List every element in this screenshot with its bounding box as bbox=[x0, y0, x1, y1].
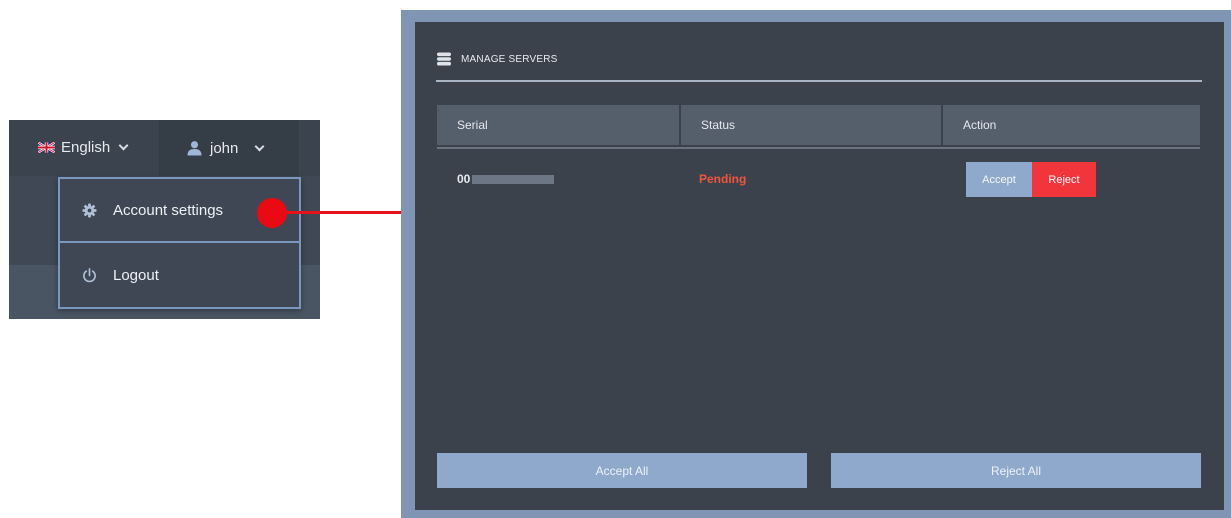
manage-servers-panel: MANAGE SERVERS Serial Status Action 00 P… bbox=[415, 22, 1224, 510]
panel-title: MANAGE SERVERS bbox=[461, 53, 558, 65]
accept-all-button[interactable]: Accept All bbox=[437, 453, 807, 488]
user-dropdown-menu: Account settings Logout bbox=[58, 177, 301, 309]
column-header-serial: Serial bbox=[437, 105, 681, 145]
username-label: john bbox=[210, 139, 239, 157]
servers-table-header: Serial Status Action bbox=[437, 105, 1200, 145]
power-icon bbox=[83, 267, 96, 282]
chevron-down-icon bbox=[118, 140, 129, 150]
menu-item-logout[interactable]: Logout bbox=[60, 243, 299, 307]
menu-item-label: Logout bbox=[113, 266, 159, 284]
top-bar: English john bbox=[9, 120, 320, 176]
status-badge: Pending bbox=[699, 172, 747, 186]
gear-icon bbox=[82, 202, 97, 218]
table-header-divider bbox=[437, 147, 1200, 149]
column-header-status: Status bbox=[681, 105, 943, 145]
callout-marker-dot bbox=[257, 198, 287, 228]
language-selector[interactable]: English bbox=[38, 134, 129, 160]
chevron-down-icon bbox=[254, 141, 265, 151]
language-label: English bbox=[61, 138, 111, 156]
user-icon bbox=[187, 141, 202, 156]
menu-item-label: Account settings bbox=[113, 201, 224, 219]
reject-all-button[interactable]: Reject All bbox=[831, 453, 1201, 488]
user-menu-toggle[interactable]: john bbox=[159, 120, 299, 176]
callout-connector-line bbox=[280, 211, 403, 214]
table-row: 00 Pending Accept Reject bbox=[437, 162, 1200, 198]
serial-cell: 00 bbox=[457, 172, 555, 186]
column-header-action: Action bbox=[963, 118, 997, 132]
database-icon bbox=[437, 52, 451, 66]
header-divider bbox=[436, 80, 1202, 82]
redacted-serial bbox=[472, 174, 555, 184]
serial-value: 00 bbox=[457, 172, 471, 186]
panel-header: MANAGE SERVERS bbox=[437, 52, 558, 66]
reject-button[interactable]: Reject bbox=[1032, 162, 1096, 197]
accept-button[interactable]: Accept bbox=[966, 162, 1032, 197]
uk-flag-icon bbox=[38, 141, 55, 153]
